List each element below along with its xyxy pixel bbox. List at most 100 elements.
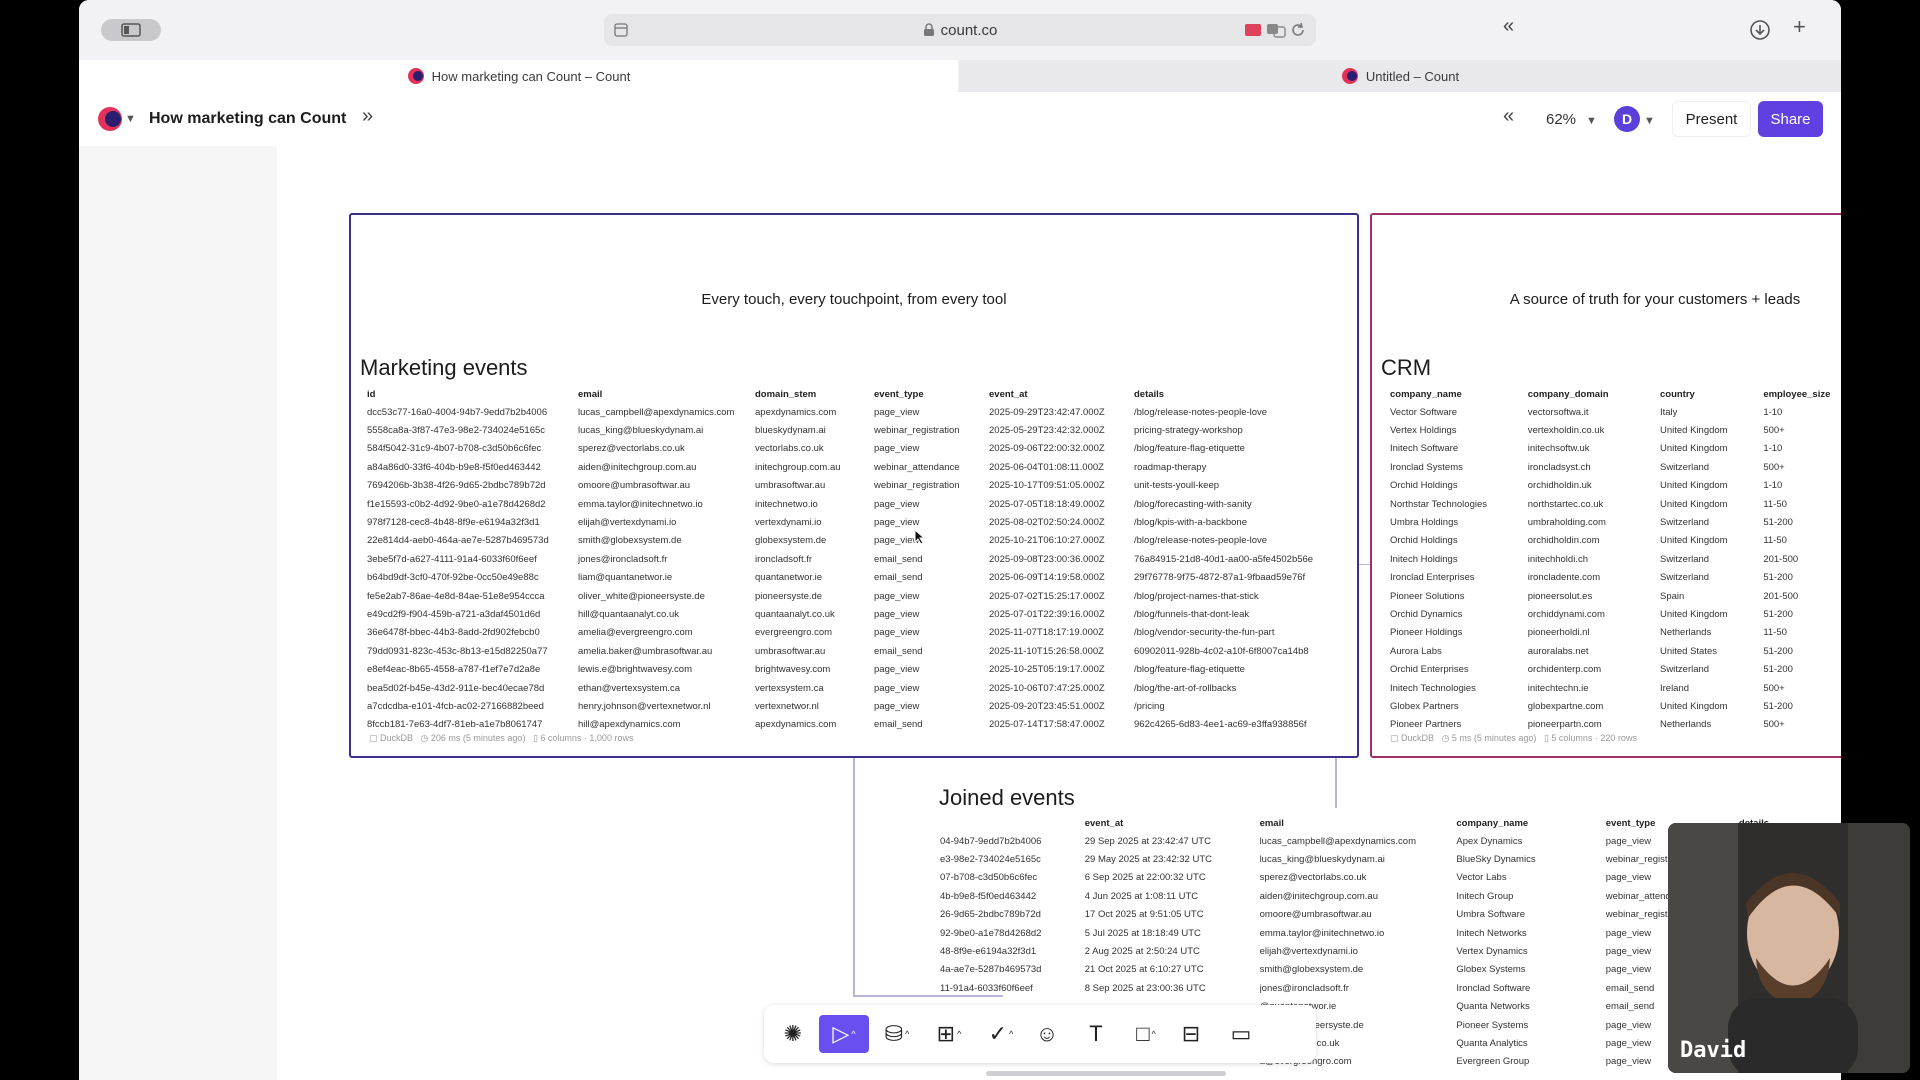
table-cell: initechsoftw.uk: [1527, 443, 1590, 455]
tab-bar: How marketing can Count – Count Untitled…: [79, 60, 1841, 92]
table-cell: lucas_king@blueskydynam.ai: [578, 425, 704, 437]
table-cell: hill@quantaanalyt.co.uk: [578, 608, 680, 620]
table-row[interactable]: Umbra Holdings umbraholding.com Switzerlan…: [1390, 513, 1841, 531]
table-row[interactable]: Pioneer Solutions pioneersolut.es Spain 201…: [1390, 587, 1841, 605]
table-row[interactable]: Orchid Holdings orchidholdin.com United Ki…: [1390, 532, 1841, 550]
table-row[interactable]: a7cdcdba-e101-4fcb-ac02-27166882beed henr…: [367, 697, 1347, 715]
pointer-icon[interactable]: ▷ ^: [819, 1015, 869, 1053]
collapse-icon[interactable]: «: [1503, 15, 1514, 38]
table-row[interactable]: 8fccb181-7e63-4df7-81eb-a1e7b8061747 hill…: [367, 716, 1347, 734]
table-row[interactable]: Vertex Holdings vertexholdin.co.uk United …: [1390, 421, 1841, 439]
table-row[interactable]: Orchid Enterprises orchidenterp.com Switze…: [1390, 660, 1841, 678]
table-cell: 2025-09-20T23:45:51.000Z: [989, 700, 1105, 712]
text-icon[interactable]: T: [1071, 1015, 1121, 1053]
table-row[interactable]: 36e6478f-bbec-44b3-8add-2fd902febcb0 amel…: [367, 624, 1347, 642]
crm-table[interactable]: company_name company_domain country employe…: [1390, 386, 1841, 734]
table-cell: 11-50: [1763, 627, 1787, 639]
table-row[interactable]: 978f7128-cec8-4b48-8f9e-e6194a32f3d1 elij…: [367, 513, 1347, 531]
horizontal-scrollbar[interactable]: [986, 1071, 1226, 1076]
reload-icon[interactable]: [1290, 22, 1306, 38]
table-cell: amelia.baker@umbrasoftwar.au: [578, 645, 713, 657]
tab-active[interactable]: How marketing can Count – Count: [79, 60, 958, 92]
table-row[interactable]: 79dd0931-823c-453c-8b13-e15d82250a77 amel…: [367, 642, 1347, 660]
table-row[interactable]: b64bd9df-3cf0-470f-92be-0cc50e49e88c liam…: [367, 569, 1347, 587]
table-row[interactable]: 3ebe5f7d-a627-4111-91a4-6033f60f6eef jone…: [367, 550, 1347, 568]
table-cell: United Kingdom: [1659, 443, 1728, 455]
table-cell: Switzerland: [1659, 664, 1710, 676]
column-header[interactable]: email: [578, 386, 755, 403]
table-row[interactable]: Globex Partners globexpartne.com United Ki…: [1390, 697, 1841, 715]
table-cell: ironcladsoft.fr: [755, 553, 813, 565]
table-row[interactable]: dcc53c77-16a0-4004-94b7-9edd7b2b4006 luca…: [367, 403, 1347, 421]
column-header[interactable]: email: [1260, 815, 1457, 832]
column-header[interactable]: [940, 815, 1085, 832]
download-icon[interactable]: [1749, 19, 1771, 41]
table-row[interactable]: 584f5042-31c9-4b07-b708-c3d50b6c6fec sper…: [367, 440, 1347, 458]
zoom-level[interactable]: 62%: [1546, 111, 1576, 128]
table-cell: Initech Software: [1390, 443, 1459, 455]
column-header[interactable]: company_domain: [1528, 386, 1660, 403]
table-row[interactable]: Orchid Dynamics orchiddynami.com United Ki…: [1390, 605, 1841, 623]
column-header[interactable]: id: [367, 386, 578, 403]
recording-icon[interactable]: [1244, 22, 1264, 38]
table-row[interactable]: Vector Softwarevectorsoftwa.itItaly1-10M…: [1390, 403, 1841, 421]
table-row[interactable]: Initech Software initechsoftw.uk United Ki…: [1390, 440, 1841, 458]
table-cell: oliver_white@pioneersyste.de: [578, 590, 705, 602]
table-row[interactable]: Ironclad Systems ironcladsyst.ch Switzerla…: [1390, 458, 1841, 476]
marketing-events-frame[interactable]: Every touch, every touchpoint, from ever…: [349, 213, 1359, 758]
tab-inactive[interactable]: Untitled – Count: [959, 60, 1841, 92]
table-row[interactable]: Pioneer Partners pioneerpartn.com Netherla…: [1390, 716, 1841, 734]
sidebar-toggle-button[interactable]: [101, 19, 161, 41]
table-row[interactable]: Northstar Technologies northstartec.co.uk…: [1390, 495, 1841, 513]
table-row[interactable]: e49cd2f9-f904-459b-a721-a3daf4501d6d hill…: [367, 605, 1347, 623]
column-header[interactable]: company_name: [1456, 815, 1605, 832]
tab-label: How marketing can Count – Count: [431, 68, 631, 84]
collapse-icon[interactable]: «: [1503, 105, 1514, 128]
chevron-down-icon[interactable]: ▼: [1644, 115, 1655, 127]
marketing-events-table[interactable]: id email domain_stem event_type event_at deta…: [367, 386, 1347, 734]
crm-frame[interactable]: A source of truth for your customers + l…: [1370, 213, 1841, 758]
new-tab-icon[interactable]: +: [1793, 16, 1806, 38]
column-header[interactable]: event_at: [989, 386, 1134, 403]
column-header[interactable]: event_at: [1085, 815, 1260, 832]
ai-icon[interactable]: ✺: [768, 1015, 818, 1053]
table-row[interactable]: e8ef4eac-8b65-4558-a787-f1ef7e7d2a8e lewi…: [367, 660, 1347, 678]
table-cell: Aurora Labs: [1390, 645, 1442, 657]
table-row[interactable]: Initech Technologies initechtechn.ie Irela…: [1390, 679, 1841, 697]
table-row[interactable]: Aurora Labs auroralabs.net United States 51…: [1390, 642, 1841, 660]
present-button[interactable]: Present: [1672, 101, 1751, 137]
table-row[interactable]: fe5e2ab7-86ae-4e8d-84ae-51e8e954ccca oliv…: [367, 587, 1347, 605]
check-icon[interactable]: ✓ ^: [976, 1015, 1026, 1053]
table-row[interactable]: Initech Holdings initechholdi.ch Switzerla…: [1390, 550, 1841, 568]
column-header[interactable]: company_name: [1390, 386, 1528, 403]
table-row[interactable]: Ironclad Enterprises ironcladente.com Swit…: [1390, 569, 1841, 587]
translate-icon[interactable]: [1266, 22, 1286, 38]
share-button[interactable]: Share: [1758, 101, 1823, 137]
table-row[interactable]: 7694206b-3b38-4f26-9d65-2bdbc789b72d omoo…: [367, 477, 1347, 495]
chevron-down-icon[interactable]: ▼: [1586, 115, 1597, 127]
table-row[interactable]: 5558ca8a-3f87-47e3-98e2-734024e5165c luca…: [367, 421, 1347, 439]
column-header[interactable]: employee_size: [1763, 386, 1841, 403]
avatar[interactable]: D: [1614, 106, 1640, 132]
table-cell: 21 Oct 2025 at 6:10:27 UTC: [1084, 964, 1204, 976]
page-icon: [614, 23, 628, 37]
sticky-note-icon[interactable]: ☺: [1022, 1015, 1072, 1053]
table-row[interactable]: bea5d02f-b45e-43d2-911e-bec40ecae78d etha…: [367, 679, 1347, 697]
table-cell: aiden@initechgroup.com.au: [578, 461, 697, 473]
shape-icon[interactable]: □ ^: [1121, 1015, 1171, 1053]
column-header[interactable]: country: [1660, 386, 1763, 403]
table-row[interactable]: Orchid Holdings orchidholdin.uk United Kin…: [1390, 477, 1841, 495]
chart-icon[interactable]: ⊞ ^: [924, 1015, 974, 1053]
table-cell: webinar_attendance: [874, 461, 960, 473]
column-header[interactable]: event_type: [874, 386, 989, 403]
comment-icon[interactable]: ▭: [1216, 1015, 1266, 1053]
table-row[interactable]: Pioneer Holdings pioneerholdi.nl Netherlan…: [1390, 624, 1841, 642]
frame-icon[interactable]: ⊟: [1166, 1015, 1216, 1053]
column-header[interactable]: details: [1134, 386, 1347, 403]
column-header[interactable]: domain_stem: [755, 386, 874, 403]
database-icon[interactable]: ⛁ ^: [872, 1015, 922, 1053]
address-bar[interactable]: count.co: [604, 14, 1316, 46]
table-row[interactable]: a84a86d0-33f6-404b-b9e8-f5f0ed463442 aide…: [367, 458, 1347, 476]
table-row[interactable]: f1e15593-c0b2-4d92-9be0-a1e78d4268d2 emma…: [367, 495, 1347, 513]
table-row[interactable]: 22e814d4-aeb0-464a-ae7e-5287b469573d smit…: [367, 532, 1347, 550]
